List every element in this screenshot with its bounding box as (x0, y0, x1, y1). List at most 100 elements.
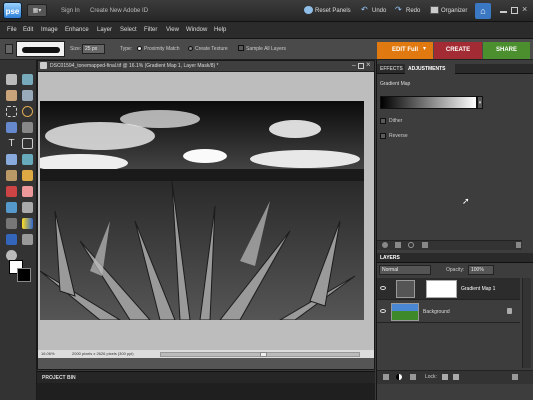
menu-help[interactable]: Help (214, 27, 226, 33)
sign-in-link[interactable]: Sign In (61, 8, 80, 14)
size-field[interactable]: 25 px (82, 44, 105, 54)
zoom-tool-icon[interactable] (22, 74, 33, 85)
home-icon[interactable]: ⌂ (475, 3, 491, 19)
document-close-icon[interactable]: × (366, 60, 371, 69)
layers-scrollbar[interactable] (522, 278, 531, 368)
redo-icon: ↷ (395, 5, 402, 15)
blur-tool-icon[interactable] (6, 218, 17, 229)
red-eye-tool-icon[interactable] (22, 122, 33, 133)
menu-edit[interactable]: Edit (23, 27, 33, 33)
healing-brush-tool-icon[interactable] (6, 170, 17, 181)
close-icon[interactable]: × (522, 4, 529, 14)
document-dimensions: 2000 pixels x 2626 pixels (300 ppi) (72, 351, 134, 356)
brush-tool-icon[interactable] (22, 170, 33, 181)
crop-tool-icon[interactable] (22, 138, 33, 149)
layer-mask-thumbnail[interactable] (426, 280, 457, 298)
create-texture-label: Create Texture (195, 46, 228, 52)
trash-icon[interactable] (512, 374, 518, 380)
reverse-checkbox[interactable] (380, 133, 386, 139)
new-layer-icon[interactable] (383, 374, 389, 380)
minimize-icon[interactable] (500, 7, 507, 13)
move-tool-icon[interactable] (6, 74, 17, 85)
gradient-dropdown-icon[interactable]: ▾ (477, 96, 483, 109)
marquee-tool-icon[interactable] (6, 106, 17, 117)
menu-layer[interactable]: Layer (97, 27, 112, 33)
scrollbar-thumb[interactable] (260, 352, 267, 357)
delete-layer-icon[interactable] (410, 374, 416, 380)
create-texture-radio[interactable] (188, 46, 193, 51)
hand-tool-icon[interactable] (6, 90, 17, 101)
background-color-swatch[interactable] (17, 268, 31, 282)
new-adjustment-layer-icon[interactable] (396, 374, 402, 380)
clone-stamp-tool-icon[interactable] (6, 186, 17, 197)
quick-selection-tool-icon[interactable] (6, 122, 17, 133)
smart-brush-tool-icon[interactable] (22, 202, 33, 213)
menu-select[interactable]: Select (120, 27, 137, 33)
eyedropper-tool-icon[interactable] (22, 90, 33, 101)
eraser-tool-icon[interactable] (22, 186, 33, 197)
tab-share[interactable]: SHARE (483, 42, 530, 59)
lock-pixels-icon[interactable] (442, 374, 448, 380)
menu-file[interactable]: File (7, 27, 17, 33)
tab-adjustments[interactable]: ADJUSTMENTS (408, 66, 446, 72)
document-maximize-icon[interactable] (358, 63, 364, 69)
mouse-cursor: ➚ (462, 196, 470, 206)
sample-all-layers-checkbox[interactable] (238, 45, 244, 51)
layer-row-gradient-map[interactable]: Gradient Map 1 (377, 278, 520, 300)
opacity-field[interactable]: 100% (468, 265, 494, 275)
eye-icon[interactable] (380, 286, 386, 290)
menu-view[interactable]: View (166, 27, 179, 33)
adjustment-title: Gradient Map (380, 81, 411, 87)
lock-all-icon[interactable] (453, 374, 459, 380)
gradient-preview[interactable] (380, 96, 477, 109)
tool-preset-icon[interactable] (5, 44, 13, 54)
visibility-icon[interactable] (408, 242, 414, 248)
paint-bucket-tool-icon[interactable] (6, 202, 17, 213)
menu-filter[interactable]: Filter (144, 27, 157, 33)
reset-panels-button[interactable]: Reset Panels (304, 5, 351, 17)
gradient-tool-icon[interactable] (22, 218, 33, 229)
size-label: Size: (70, 46, 82, 52)
reverse-label: Reverse (389, 133, 408, 139)
lasso-tool-icon[interactable] (22, 106, 33, 117)
undo-button[interactable]: ↶ Undo (361, 5, 386, 17)
tab-create[interactable]: CREATE (434, 42, 482, 59)
reset-icon[interactable] (422, 242, 428, 248)
type-tool-icon[interactable]: T (6, 138, 17, 149)
project-bin (37, 383, 375, 400)
shape-tool-icon[interactable] (6, 234, 17, 245)
delete-adjustment-icon[interactable] (516, 242, 521, 248)
dither-checkbox[interactable] (380, 118, 386, 124)
straighten-tool-icon[interactable] (22, 154, 33, 165)
layout-dropdown[interactable]: ▦▾ (27, 4, 47, 17)
layers-title: LAYERS (380, 255, 400, 261)
eye-icon[interactable] (380, 309, 386, 313)
layer-row-background[interactable]: Background (377, 301, 520, 323)
clip-icon[interactable] (395, 242, 401, 248)
zoom-level[interactable]: 16.06% (41, 351, 55, 356)
layer-name[interactable]: Gradient Map 1 (461, 286, 495, 292)
sponge-tool-icon[interactable] (22, 234, 33, 245)
adjustment-layer-icon (396, 280, 415, 298)
menu-image[interactable]: Image (41, 27, 58, 33)
brush-stroke (22, 47, 60, 53)
back-icon[interactable] (382, 242, 388, 248)
menu-window[interactable]: Window (186, 27, 207, 33)
edit-mode-dropdown-icon[interactable]: ▾ (423, 45, 426, 52)
dither-label: Dither (389, 118, 403, 124)
photo-canvas[interactable] (40, 101, 364, 320)
tab-effects[interactable]: EFFECTS (380, 66, 403, 72)
brush-preview[interactable] (16, 41, 65, 57)
recompose-tool-icon[interactable] (6, 154, 17, 165)
maximize-icon[interactable] (511, 7, 518, 14)
blend-mode-select[interactable]: Normal (379, 265, 431, 275)
redo-button[interactable]: ↷ Redo (395, 5, 420, 17)
document-minimize-icon[interactable]: – (352, 62, 356, 69)
layer-name[interactable]: Background (423, 309, 450, 315)
menu-enhance[interactable]: Enhance (65, 27, 89, 33)
create-adobe-id-link[interactable]: Create New Adobe ID (90, 8, 148, 14)
project-bin-header[interactable]: PROJECT BIN (37, 371, 375, 383)
organizer-button[interactable]: Organizer (430, 5, 467, 17)
app-logo: pse (3, 2, 22, 19)
proximity-match-radio[interactable] (137, 46, 142, 51)
